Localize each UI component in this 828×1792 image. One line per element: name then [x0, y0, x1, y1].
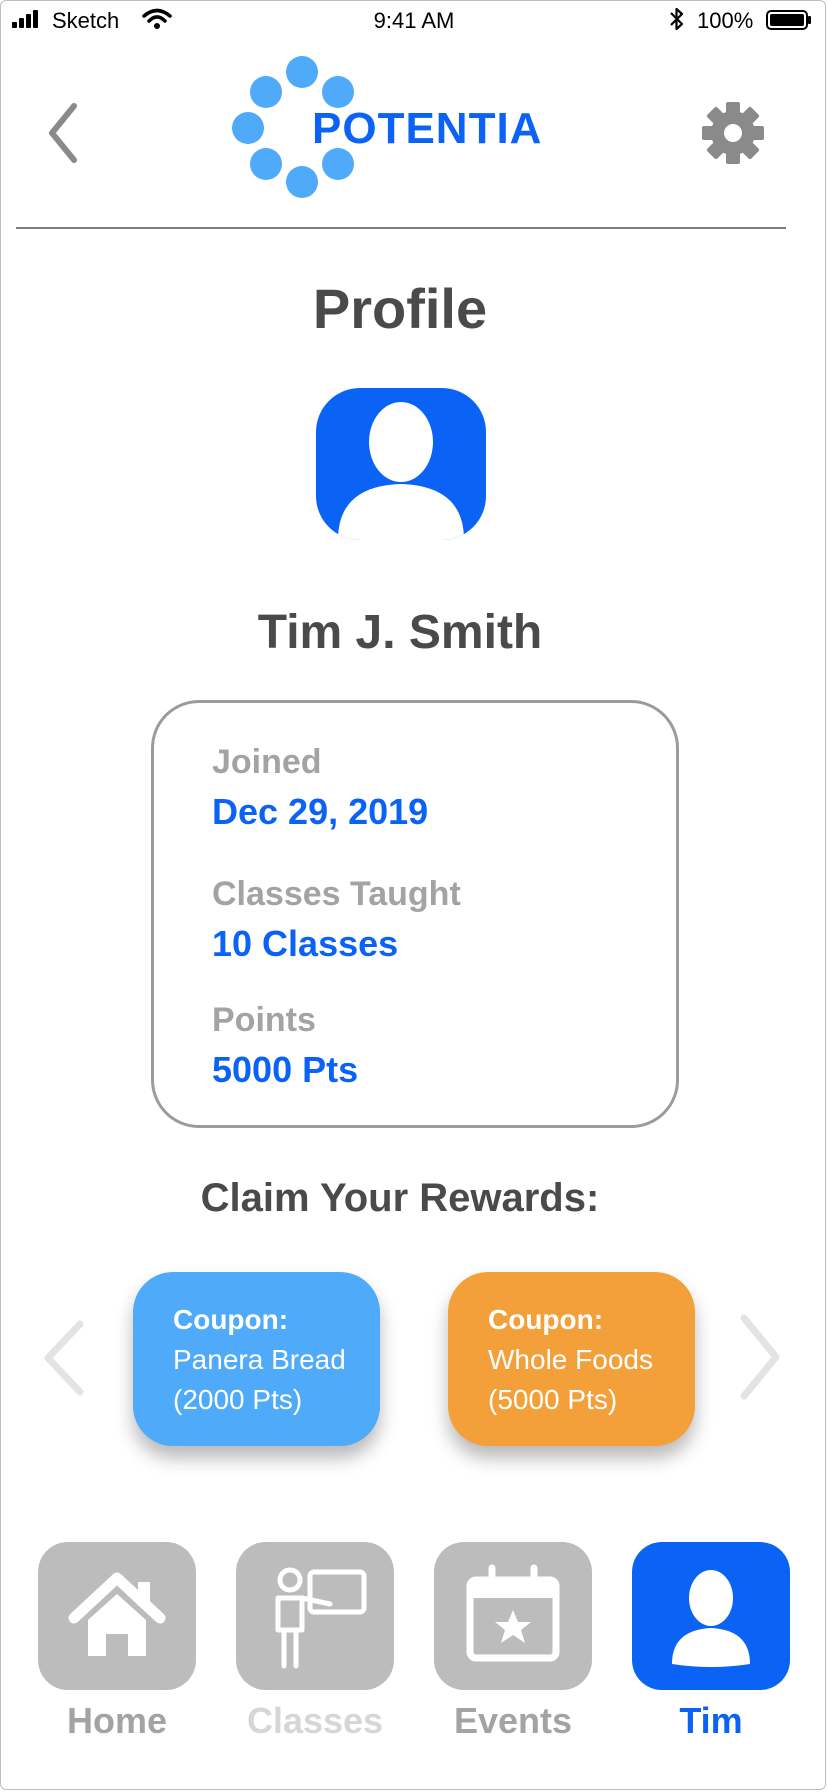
nav-classes-label[interactable]: Classes: [215, 1700, 415, 1742]
chevron-left-icon[interactable]: [40, 1318, 90, 1398]
nav-home-label[interactable]: Home: [17, 1700, 217, 1742]
chevron-left-icon[interactable]: [44, 98, 84, 168]
coupon-name: Panera Bread: [173, 1344, 346, 1375]
battery-percent: 100%: [697, 8, 754, 33]
classes-taught-label: Classes Taught: [212, 875, 461, 913]
battery-icon: [766, 10, 811, 30]
coupon-card-panera[interactable]: Coupon: Panera Bread (2000 Pts): [133, 1272, 380, 1446]
header-divider: [16, 227, 786, 229]
points-label: Points: [212, 1001, 316, 1039]
joined-label: Joined: [212, 743, 322, 781]
avatar[interactable]: [316, 388, 486, 540]
nav-classes-button[interactable]: [236, 1542, 394, 1690]
classes-taught-value: 10 Classes: [212, 923, 399, 964]
user-icon: [672, 1570, 750, 1667]
page-title: Profile: [312, 277, 488, 340]
nav-home-button[interactable]: [38, 1542, 196, 1690]
coupon-title: Coupon:: [488, 1304, 604, 1335]
stats-card: Joined Dec 29, 2019 Classes Taught 10 Cl…: [151, 700, 679, 1128]
chevron-right-icon[interactable]: [734, 1312, 784, 1402]
bluetooth-icon: [670, 7, 684, 31]
coupon-title: Coupon:: [173, 1304, 289, 1335]
calendar-icon: [466, 1564, 560, 1662]
user-icon: [338, 402, 464, 540]
joined-value: Dec 29, 2019: [212, 791, 429, 832]
points-value: 5000 Pts: [212, 1049, 359, 1090]
teacher-icon: [275, 1567, 367, 1669]
nav-events-label[interactable]: Events: [413, 1700, 613, 1742]
coupon-name: Whole Foods: [488, 1344, 653, 1375]
gear-icon[interactable]: [700, 100, 766, 166]
nav-events-button[interactable]: [434, 1542, 592, 1690]
rewards-title: Claim Your Rewards:: [200, 1176, 600, 1220]
nav-profile-label[interactable]: Tim: [611, 1700, 811, 1742]
home-icon: [68, 1572, 166, 1656]
coupon-cost: (2000 Pts): [173, 1384, 303, 1415]
coupon-card-whole-foods[interactable]: Coupon: Whole Foods (5000 Pts): [448, 1272, 695, 1446]
status-bar: Sketch 9:41 AM 100%: [0, 0, 828, 42]
logo-wordmark: POTENTIA: [312, 104, 543, 153]
nav-profile-button[interactable]: [632, 1542, 790, 1690]
user-name: Tim J. Smith: [257, 606, 543, 659]
coupon-cost: (5000 Pts): [488, 1384, 618, 1415]
